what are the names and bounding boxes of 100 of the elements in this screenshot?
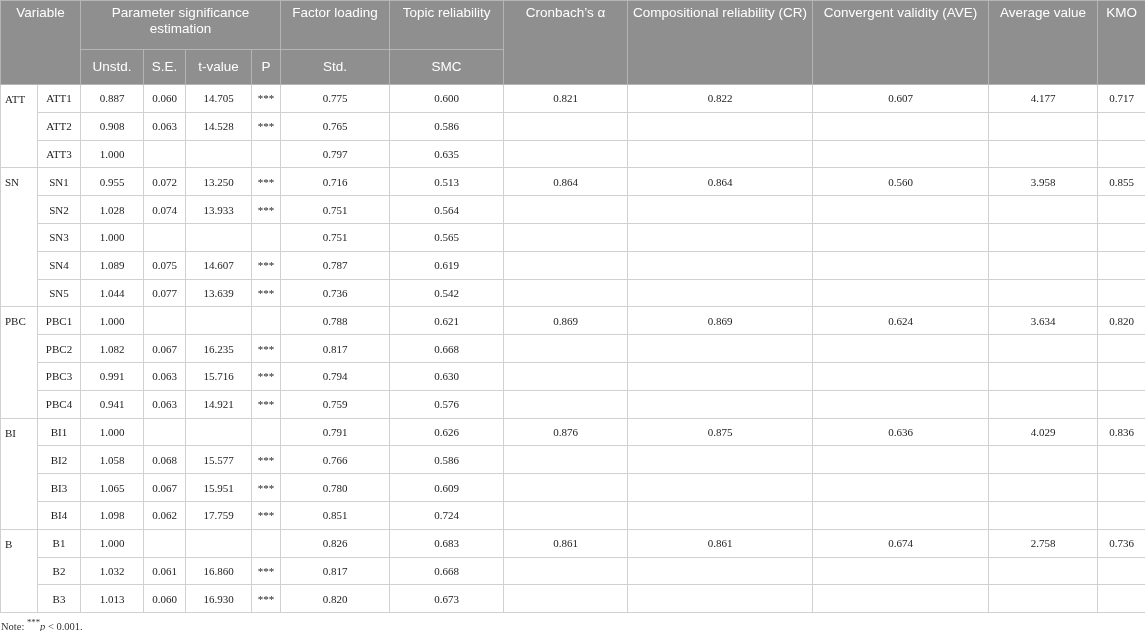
table-cell: SN [0,167,38,307]
table-cell: 14.705 [185,84,252,113]
table-cell: *** [251,584,281,613]
table-cell: 0.586 [389,445,504,474]
table-cell: 0.751 [280,223,390,252]
table-cell: 0.619 [389,251,504,280]
table-cell: 0.955 [80,167,144,196]
table-cell: 1.000 [80,529,144,558]
table-cell: 0.609 [389,473,504,502]
table-cell: ATT3 [37,140,81,168]
table-cell: 0.736 [280,279,390,307]
table-cell: 0.875 [627,418,813,446]
table-cell: 0.887 [80,84,144,113]
table-cell: B2 [37,557,81,585]
table-cell: 0.062 [143,501,186,530]
table-cell: *** [251,473,281,502]
table-cell: *** [251,390,281,419]
table-cell: *** [251,167,281,196]
table-cell: 0.991 [80,362,144,391]
table-cell: 0.600 [389,84,504,113]
table-cell: 13.250 [185,167,252,196]
table-cell: 0.864 [503,167,628,196]
table-cell: 14.921 [185,390,252,419]
column-header: Topic reliability [389,0,504,50]
table-cell: BI1 [37,418,81,446]
table-cell: 0.542 [389,279,504,307]
table-cell: 1.089 [80,251,144,280]
table-cell: 0.077 [143,279,186,307]
table-cell: 0.576 [389,390,504,419]
table-cell: 4.177 [988,84,1098,113]
table-cell: 15.716 [185,362,252,391]
table-cell: 0.668 [389,557,504,585]
table-cell: 0.061 [143,557,186,585]
table-cell: ATT [0,84,38,168]
table-cell: 0.668 [389,334,504,363]
table-cell: 0.908 [80,112,144,141]
table-cell: 1.000 [80,306,144,335]
table-cell: 1.013 [80,584,144,613]
table-cell: 1.028 [80,195,144,224]
table-cell: 0.822 [627,84,813,113]
table-cell: 14.528 [185,112,252,141]
table-cell: 0.788 [280,306,390,335]
table-cell: 1.058 [80,445,144,474]
table-cell: 0.791 [280,418,390,446]
table-cell: 0.565 [389,223,504,252]
table-cell: ATT2 [37,112,81,141]
table-cell: *** [251,195,281,224]
table-cell: 17.759 [185,501,252,530]
table-cell: B3 [37,584,81,613]
table-cell: 0.630 [389,362,504,391]
table-cell: 15.951 [185,473,252,502]
table-cell: *** [251,557,281,585]
table-cell: *** [251,279,281,307]
table-cell: 15.577 [185,445,252,474]
table-cell: 0.787 [280,251,390,280]
table-cell: ATT1 [37,84,81,113]
table-cell: 0.075 [143,251,186,280]
table-cell: PBC1 [37,306,81,335]
column-header: Factor loading [280,0,390,50]
table-cell: 0.067 [143,473,186,502]
table-cell: *** [251,112,281,141]
column-header: Cronbach’s α [503,0,628,85]
column-header: Std. [280,49,390,85]
table-cell: 16.235 [185,334,252,363]
table-cell: 0.797 [280,140,390,168]
table-cell: 0.794 [280,362,390,391]
table-cell: PBC [0,306,38,419]
table-cell: 1.000 [80,418,144,446]
table-cell: 1.065 [80,473,144,502]
table-cell: 16.930 [185,584,252,613]
column-header: Variable [0,0,81,85]
table-cell: 16.860 [185,557,252,585]
table-cell: B [0,529,38,613]
table-cell: 4.029 [988,418,1098,446]
table-cell: 0.864 [627,167,813,196]
table-cell: *** [251,501,281,530]
table-cell: 2.758 [988,529,1098,558]
table-cell: 0.941 [80,390,144,419]
table-cell: PBC2 [37,334,81,363]
column-header: Unstd. [80,49,144,85]
table-cell: BI2 [37,445,81,474]
table-cell: SN2 [37,195,81,224]
table-cell: 0.586 [389,112,504,141]
column-header: SMC [389,49,504,85]
table-cell: 1.000 [80,223,144,252]
table-cell: 0.607 [812,84,989,113]
table-cell: SN4 [37,251,81,280]
table-cell: *** [251,334,281,363]
table-cell: 3.958 [988,167,1098,196]
table-cell: 0.564 [389,195,504,224]
table-cell: SN1 [37,167,81,196]
column-header: S.E. [143,49,186,85]
table-cell: BI [0,418,38,530]
table-cell: 1.082 [80,334,144,363]
table-cell: 0.063 [143,362,186,391]
table-cell: 0.060 [143,584,186,613]
table-cell: 0.635 [389,140,504,168]
table-cell: 0.821 [503,84,628,113]
table-cell: 0.060 [143,84,186,113]
table-cell: 0.560 [812,167,989,196]
